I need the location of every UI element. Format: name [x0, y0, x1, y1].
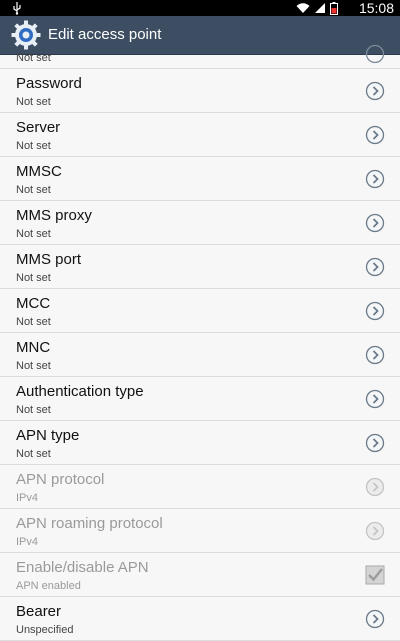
list-item-label: APN protocol [16, 471, 105, 488]
chevron-right-icon [365, 433, 385, 453]
list-item-summary: IPv4 [16, 492, 39, 504]
list-item-summary: Not set [16, 404, 51, 416]
chevron-right-icon [365, 81, 385, 101]
list-item-label: APN type [16, 427, 80, 444]
chevron-right-icon [365, 169, 385, 189]
list-item-bearer[interactable]: Bearer Unspecified [0, 597, 400, 641]
list-item-summary: IPv4 [16, 536, 39, 548]
list-item-apn-roaming-protocol[interactable]: APN roaming protocol IPv4 [0, 509, 400, 553]
list-item-label: MMS proxy [16, 207, 92, 224]
usb-icon [13, 2, 21, 15]
list-item-summary: Not set [16, 228, 51, 240]
list-item-password[interactable]: Password Not set [0, 69, 400, 113]
list-item-server[interactable]: Server Not set [0, 113, 400, 157]
list-item-summary: Not set [16, 272, 51, 284]
status-bar: 15:08 [0, 0, 400, 16]
list-item-summary: Not set [16, 52, 51, 64]
list-item-mms-port[interactable]: MMS port Not set [0, 245, 400, 289]
page-title: Edit access point [48, 26, 162, 43]
list-item-summary: Not set [16, 448, 51, 460]
list-item-mmsc[interactable]: MMSC Not set [0, 157, 400, 201]
list-item-label: MCC [16, 295, 51, 312]
signal-icon [315, 3, 325, 13]
battery-icon [330, 1, 338, 15]
chevron-right-icon [365, 44, 385, 64]
list-item-apn-protocol[interactable]: APN protocol IPv4 [0, 465, 400, 509]
list-item-label: Password [16, 75, 82, 92]
list-item-label: Bearer [16, 603, 62, 620]
list-item-summary: Not set [16, 140, 51, 152]
list-item-label: Authentication type [16, 383, 144, 400]
list-item-apn-type[interactable]: APN type Not set [0, 421, 400, 465]
list-item-summary: Not set [16, 184, 51, 196]
list-item-label: MMSC [16, 163, 62, 180]
wifi-icon [296, 3, 310, 13]
list-item-summary: Not set [16, 316, 51, 328]
list-item-mcc[interactable]: MCC Not set [0, 289, 400, 333]
chevron-right-icon [365, 477, 385, 497]
settings-gear-icon[interactable] [10, 19, 42, 51]
list-item-label: Server [16, 119, 61, 136]
list-item-summary: Unspecified [16, 624, 74, 636]
list-item-label: Enable/disable APN [16, 559, 149, 576]
chevron-right-icon [365, 389, 385, 409]
chevron-right-icon [365, 521, 385, 541]
checkbox-icon[interactable] [365, 565, 385, 585]
chevron-right-icon [365, 345, 385, 365]
list-item-summary: APN enabled [16, 580, 81, 592]
list-item-summary: Not set [16, 360, 51, 372]
list-item-mnc[interactable]: MNC Not set [0, 333, 400, 377]
list-item-label: MMS port [16, 251, 82, 268]
list-item-partial[interactable]: Not set [0, 44, 400, 69]
chevron-right-icon [365, 257, 385, 277]
list-item-label: APN roaming protocol [16, 515, 163, 532]
list-item-enable-disable-apn[interactable]: Enable/disable APN APN enabled [0, 553, 400, 597]
list-item-label: MNC [16, 339, 51, 356]
list-item-authentication-type[interactable]: Authentication type Not set [0, 377, 400, 421]
chevron-right-icon [365, 609, 385, 629]
list-item-mms-proxy[interactable]: MMS proxy Not set [0, 201, 400, 245]
chevron-right-icon [365, 213, 385, 233]
list-item-summary: Not set [16, 96, 51, 108]
status-time: 15:08 [358, 0, 394, 16]
chevron-right-icon [365, 301, 385, 321]
chevron-right-icon [365, 125, 385, 145]
action-bar: Edit access point [0, 16, 400, 54]
